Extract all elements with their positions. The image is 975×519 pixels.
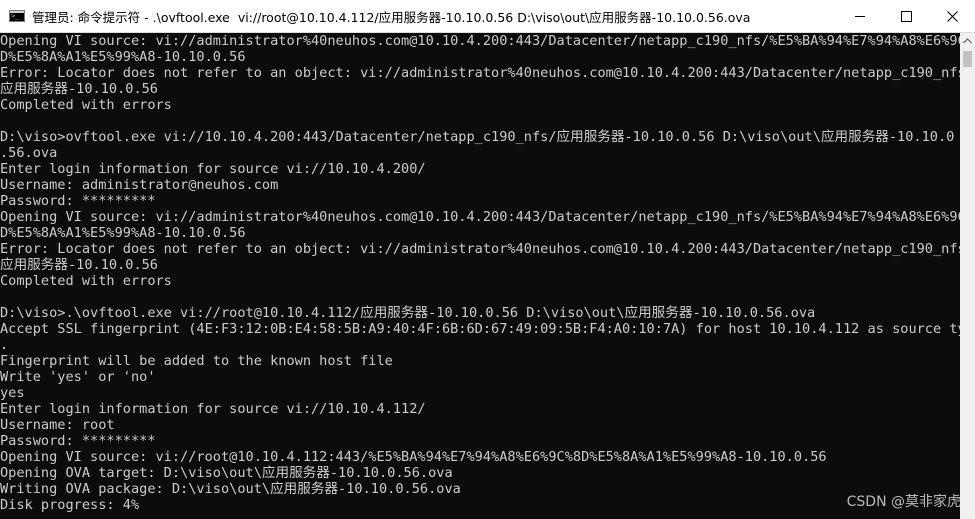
console-line: D:\viso>.\ovftool.exe vi://root@10.10.4.… (0, 305, 816, 321)
console-app-icon[interactable] (9, 10, 25, 22)
command-prompt-window: 管理员: 命令提示符 - .\ovftool.exe vi://root@10.… (0, 0, 975, 519)
console-output[interactable]: Opening VI source: vi://administrator%40… (0, 33, 960, 519)
console-line: D:\viso>ovftool.exe vi://10.10.4.200:443… (0, 129, 955, 145)
console-line: Error: Locator does not refer to an obje… (0, 65, 960, 81)
console-line: Password: ********* (0, 193, 156, 209)
vertical-scrollbar[interactable] (960, 33, 975, 519)
console-line: yes (0, 385, 25, 401)
maximize-icon (900, 10, 912, 22)
scroll-up-button[interactable] (960, 33, 975, 48)
window-title: 管理员: 命令提示符 - .\ovftool.exe vi://root@10.… (32, 9, 751, 25)
console-line: Username: administrator@neuhos.com (0, 177, 279, 193)
console-line: .56.ova (0, 145, 58, 161)
console-line: 应用服务器-10.10.0.56 (0, 257, 158, 273)
console-line: Accept SSL fingerprint (4E:F3:12:0B:E4:5… (0, 321, 960, 337)
minimize-icon (854, 15, 865, 17)
console-line: Completed with errors (0, 97, 172, 113)
console-line: 应用服务器-10.10.0.56 (0, 81, 158, 97)
console-line: Password: ********* (0, 433, 156, 449)
scrollbar-thumb[interactable] (963, 51, 972, 67)
console-line: Opening OVA target: D:\viso\out\应用服务器-10… (0, 465, 453, 481)
console-line: Fingerprint will be added to the known h… (0, 353, 393, 369)
console-line: Write 'yes' or 'no' (0, 369, 156, 385)
maximize-button[interactable] (883, 0, 929, 33)
console-line: Disk progress: 4% (0, 497, 140, 513)
close-button[interactable] (929, 0, 975, 33)
console-line: Enter login information for source vi://… (0, 401, 426, 417)
title-bar[interactable]: 管理员: 命令提示符 - .\ovftool.exe vi://root@10.… (0, 0, 975, 33)
console-line: Username: root (0, 417, 115, 433)
console-line: D%E5%8A%A1%E5%99%A8-10.10.0.56 (0, 225, 246, 241)
console-line: Opening VI source: vi://administrator%40… (0, 209, 960, 225)
console-line: Opening VI source: vi://root@10.10.4.112… (0, 449, 827, 465)
window-controls (837, 0, 975, 33)
console-line: Completed with errors (0, 273, 172, 289)
console-line: Enter login information for source vi://… (0, 161, 426, 177)
chevron-up-icon (963, 37, 972, 43)
console-line: Error: Locator does not refer to an obje… (0, 241, 960, 257)
console-line: Writing OVA package: D:\viso\out\应用服务器-1… (0, 481, 461, 497)
console-line: D%E5%8A%A1%E5%99%A8-10.10.0.56 (0, 49, 246, 65)
close-icon (946, 10, 958, 22)
console-line: . (0, 337, 9, 353)
minimize-button[interactable] (837, 0, 883, 33)
console-line: Opening VI source: vi://administrator%40… (0, 33, 960, 49)
watermark: CSDN @莫非家虎 (846, 494, 961, 510)
